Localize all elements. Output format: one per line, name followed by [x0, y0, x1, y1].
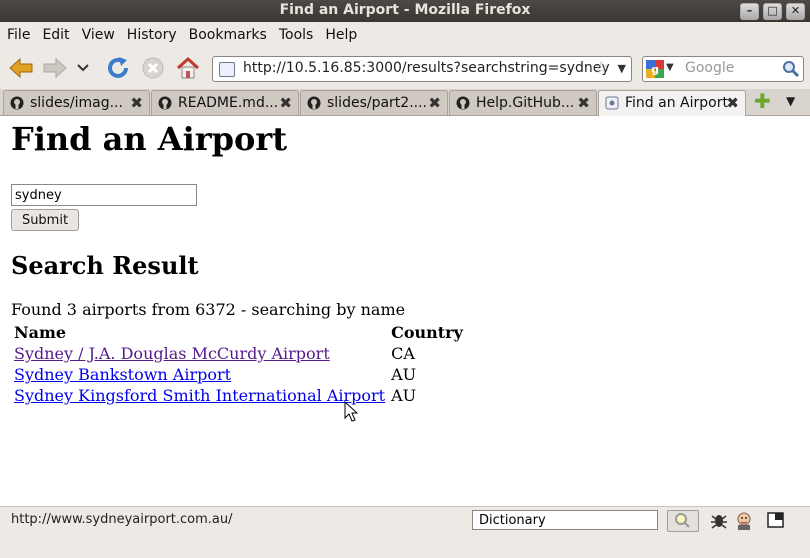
tab-find-an-airport[interactable]: Find an Airport ✖ — [598, 90, 746, 116]
home-icon — [176, 56, 200, 79]
page-icon — [605, 96, 619, 110]
title-bar: Find an Airport - Mozilla Firefox – □ ✕ — [0, 0, 810, 22]
results-table: Name Country Sydney / J.A. Douglas McCur… — [11, 322, 466, 406]
table-cell-country: AU — [391, 365, 417, 384]
airport-link[interactable]: Sydney Kingsford Smith International Air… — [14, 386, 385, 405]
user-face-icon[interactable] — [734, 510, 754, 530]
menu-bar: File Edit View History Bookmarks Tools H… — [0, 22, 810, 47]
column-header-country: Country — [391, 323, 463, 342]
menu-history[interactable]: History — [122, 27, 182, 43]
github-icon — [456, 96, 470, 110]
reload-button[interactable] — [103, 53, 133, 83]
maximize-button[interactable]: □ — [763, 3, 782, 20]
search-placeholder: Google — [685, 60, 735, 76]
forward-button[interactable] — [40, 53, 70, 83]
column-header-name: Name — [14, 323, 67, 342]
magnifier-icon — [675, 513, 690, 528]
close-tab-icon[interactable]: ✖ — [428, 94, 441, 112]
tab-slides-part2[interactable]: slides/part2.... ✖ — [300, 90, 448, 115]
url-dropdown-icon[interactable]: ▼ — [618, 62, 626, 75]
status-text: http://www.sydneyairport.com.au/ — [11, 512, 233, 527]
table-header-row: Name Country — [11, 322, 466, 343]
table-cell-name: Sydney Kingsford Smith International Air… — [11, 385, 388, 406]
close-tab-icon[interactable]: ✖ — [279, 94, 292, 112]
close-tab-icon[interactable]: ✖ — [726, 94, 739, 112]
window-panel-icon[interactable] — [766, 510, 786, 530]
menu-edit[interactable]: Edit — [37, 27, 74, 43]
engine-dropdown-icon[interactable]: ▼ — [666, 62, 674, 73]
tab-label: Help.GitHub... — [476, 95, 575, 111]
forward-arrow-icon — [43, 57, 67, 79]
back-button[interactable] — [6, 53, 36, 83]
table-cell-country: CA — [391, 344, 415, 363]
new-tab-plus-icon[interactable]: ✚ — [754, 91, 771, 111]
url-text[interactable]: http://10.5.16.85:3000/results?searchstr… — [243, 60, 610, 76]
tab-bar: slides/imag... ✖ README.md... ✖ slides/p… — [0, 89, 810, 116]
back-arrow-icon — [9, 57, 33, 79]
tab-label: slides/part2.... — [327, 95, 428, 111]
table-cell-name: Sydney / J.A. Douglas McCurdy Airport — [11, 343, 388, 364]
result-heading: Search Result — [11, 251, 199, 280]
airport-link[interactable]: Sydney / J.A. Douglas McCurdy Airport — [14, 344, 330, 363]
search-input[interactable] — [11, 184, 197, 206]
status-bar: http://www.sydneyairport.com.au/ Diction… — [0, 506, 810, 558]
page-content: Find an Airport Submit Search Result Fou… — [0, 116, 810, 506]
menu-help[interactable]: Help — [320, 27, 362, 43]
mouse-cursor-icon — [344, 401, 358, 422]
menu-view[interactable]: View — [77, 27, 120, 43]
menu-file[interactable]: File — [2, 27, 35, 43]
github-icon — [158, 96, 172, 110]
close-tab-icon[interactable]: ✖ — [577, 94, 590, 112]
close-tab-icon[interactable]: ✖ — [130, 94, 143, 112]
menu-tools[interactable]: Tools — [274, 27, 319, 43]
tab-slides-images[interactable]: slides/imag... ✖ — [3, 90, 150, 115]
stop-button[interactable] — [138, 53, 168, 83]
github-icon — [10, 96, 24, 110]
minimize-button[interactable]: – — [740, 3, 759, 20]
tab-readme[interactable]: README.md... ✖ — [151, 90, 299, 115]
menu-bookmarks[interactable]: Bookmarks — [184, 27, 272, 43]
result-summary: Found 3 airports from 6372 - searching b… — [11, 300, 406, 319]
github-icon — [307, 96, 321, 110]
window-controls: – □ ✕ — [740, 3, 805, 20]
airport-link[interactable]: Sydney Bankstown Airport — [14, 365, 231, 384]
close-window-button[interactable]: ✕ — [786, 3, 805, 20]
table-row: Sydney / J.A. Douglas McCurdy Airport CA — [11, 343, 466, 364]
window-title: Find an Airport - Mozilla Firefox — [279, 2, 531, 18]
web-search-box[interactable]: g ▼ Google — [642, 56, 804, 82]
table-row: Sydney Kingsford Smith International Air… — [11, 385, 466, 406]
bug-icon[interactable] — [709, 510, 729, 530]
submit-button[interactable]: Submit — [11, 209, 79, 231]
reload-icon — [108, 57, 128, 78]
tab-label: slides/imag... — [30, 95, 123, 111]
tab-label: Find an Airport — [625, 95, 728, 111]
history-dropdown-button[interactable] — [73, 53, 93, 83]
page-title: Find an Airport — [11, 120, 287, 158]
page-favicon-icon — [219, 62, 235, 77]
bookmark-star-icon[interactable]: ☆ — [594, 58, 609, 78]
list-all-tabs-chevron-icon[interactable]: ▼ — [786, 94, 795, 108]
dictionary-search-button[interactable] — [667, 510, 699, 532]
svg-text:g: g — [651, 63, 659, 76]
google-engine-icon[interactable]: g — [646, 60, 664, 78]
table-row: Sydney Bankstown Airport AU — [11, 364, 466, 385]
dictionary-input[interactable]: Dictionary — [472, 510, 658, 530]
chevron-down-icon — [77, 64, 89, 72]
table-cell-name: Sydney Bankstown Airport — [11, 364, 388, 385]
home-button[interactable] — [173, 53, 203, 83]
url-bar[interactable]: http://10.5.16.85:3000/results?searchstr… — [212, 56, 632, 82]
stop-icon — [142, 57, 164, 79]
search-icon[interactable] — [782, 60, 799, 77]
tab-help-github[interactable]: Help.GitHub... ✖ — [449, 90, 597, 115]
tab-label: README.md... — [178, 95, 279, 111]
table-cell-country: AU — [391, 386, 417, 405]
